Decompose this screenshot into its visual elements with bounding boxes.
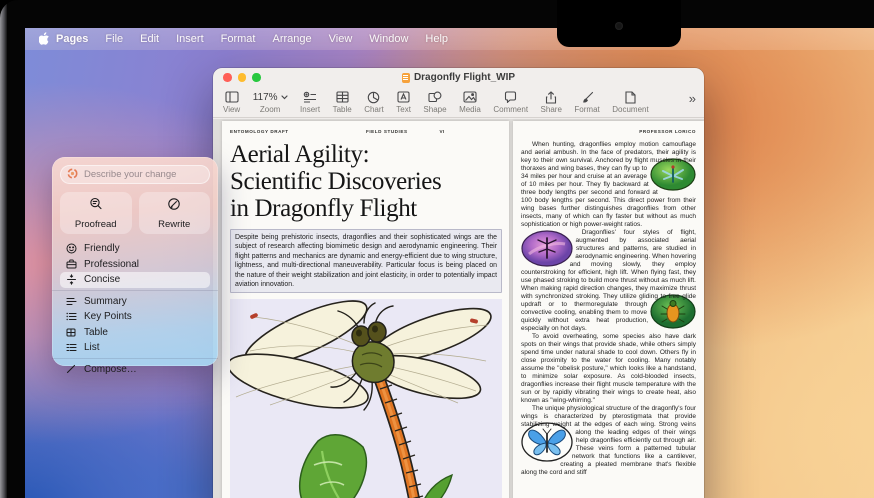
pages-document-icon [402,73,410,83]
oval-butterfly-photo[interactable] [521,422,573,462]
desktop-wallpaper: Pages File Edit Insert Format Arrange View Wind… [25,28,874,498]
text-icon [397,90,410,104]
toolbar-zoom[interactable]: 117%Zoom [253,90,288,114]
toolbar-view[interactable]: View [223,90,240,114]
menu-arrange[interactable]: Arrange [272,33,311,45]
writing-tools-compose[interactable]: Compose… [60,362,210,378]
facetime-camera [615,22,623,30]
menu-pages[interactable]: Pages [56,33,88,45]
menu-window[interactable]: Window [369,33,408,45]
menu-divider [52,358,218,359]
menu-insert[interactable]: Insert [176,33,204,45]
document-page-1: ENTOMOLOGY DRAFT FIELD STUDIES VI Aerial… [222,121,509,498]
close-button[interactable] [223,73,232,82]
writing-tools-table[interactable]: Table [60,325,210,341]
menu-view[interactable]: View [329,33,353,45]
toolbar-share[interactable]: Share [541,90,562,114]
writing-tools-key-points[interactable]: Key Points [60,309,210,325]
insert-icon [303,90,317,104]
running-head-left: ENTOMOLOGY DRAFT [230,129,366,134]
zoom-chevron-icon: 117% [253,90,288,104]
writing-tools-list[interactable]: List [60,340,210,356]
oval-insect-photo[interactable] [650,294,696,329]
describe-change-input[interactable] [60,165,210,184]
document-icon [625,90,636,104]
document-canvas: ENTOMOLOGY DRAFT FIELD STUDIES VI Aerial… [213,119,704,498]
writing-tools-friendly[interactable]: Friendly [60,241,210,257]
pages-toolbar: View 117%Zoom Insert Table Chart Text Shape Med… [213,87,704,118]
body-paragraph: Dragonflies' four styles of flight, augm… [521,229,696,333]
article-title: Aerial Agility: Scientific Discoveries i… [230,141,502,222]
table-icon [336,90,349,104]
menu-edit[interactable]: Edit [140,33,159,45]
selected-intro-paragraph[interactable]: Despite being prehistoric insects, drago… [230,229,502,293]
proofread-button[interactable]: Proofread [60,192,132,234]
table-icon [65,328,77,337]
keypoints-icon [65,312,77,321]
comment-icon [504,90,517,104]
toolbar-table[interactable]: Table [333,90,352,114]
describe-change-field[interactable] [82,168,203,181]
toolbar-comment[interactable]: Comment [493,90,528,114]
apple-logo-icon[interactable] [39,32,52,47]
sidebar-view-icon [225,90,239,104]
concise-icon [65,274,77,285]
apple-intelligence-icon [67,166,78,184]
friendly-icon [65,243,77,254]
macbook-screen: Pages File Edit Insert Format Arrange View Wind… [0,0,874,498]
dragonfly-illustration[interactable] [230,299,502,498]
compose-icon [65,364,77,374]
toolbar-format[interactable]: Format [574,90,599,114]
oval-dragonfly-photo[interactable] [650,158,696,191]
pages-window: Dragonfly Flight_WIP View 117%Zoom Insert T… [213,68,704,498]
body-paragraph: The unique physiological structure of th… [521,405,696,477]
toolbar-document[interactable]: Document [612,90,648,114]
running-head-mid: FIELD STUDIES [366,129,439,134]
fullscreen-button[interactable] [252,73,261,82]
menu-format[interactable]: Format [221,33,256,45]
proofread-magnifier-icon [89,197,103,216]
chart-icon [367,90,380,104]
toolbar-shape[interactable]: Shape [423,90,446,114]
format-icon [581,90,594,104]
list-icon [65,343,77,352]
writing-tools-professional[interactable]: Professional [60,257,210,273]
rewrite-icon [167,197,181,216]
menu-bar: Pages File Edit Insert Format Arrange View Wind… [25,28,874,50]
shape-icon [428,90,442,104]
body-paragraph: To avoid overheating, some species also … [521,333,696,405]
minimize-button[interactable] [238,73,247,82]
running-head-author: PROFESSOR LORICO [521,129,696,134]
toolbar-overflow-chevrons-icon[interactable]: » [689,87,696,106]
menu-divider [52,290,218,291]
rewrite-label: Rewrite [158,219,190,230]
professional-icon [65,259,77,269]
window-titlebar: Dragonfly Flight_WIP [213,68,704,87]
share-icon [545,90,557,104]
writing-tools-summary[interactable]: Summary [60,294,210,310]
toolbar-chart[interactable]: Chart [364,90,384,114]
writing-tools-concise[interactable]: Concise [60,272,210,288]
running-head-right: VI [439,129,502,134]
rewrite-button[interactable]: Rewrite [139,192,211,234]
toolbar-text[interactable]: Text [396,90,411,114]
document-page-2: PROFESSOR LORICO When hunting, dragonfli… [513,121,704,498]
summary-icon [65,297,77,306]
body-paragraph: When hunting, dragonflies employ motion … [521,141,696,229]
laptop-bezel-edge [0,0,7,498]
proofread-label: Proofread [75,219,117,230]
window-title: Dragonfly Flight_WIP [414,72,515,83]
oval-purple-dragonfly-photo[interactable] [521,230,573,267]
toolbar-insert[interactable]: Insert [300,90,320,114]
display-notch [557,0,681,47]
menu-file[interactable]: File [105,33,123,45]
writing-tools-popup: Proofread Rewrite FriendlyProfessionalCo… [52,157,218,366]
menu-help[interactable]: Help [425,33,448,45]
toolbar-media[interactable]: Media [459,90,481,114]
media-icon [463,90,477,104]
